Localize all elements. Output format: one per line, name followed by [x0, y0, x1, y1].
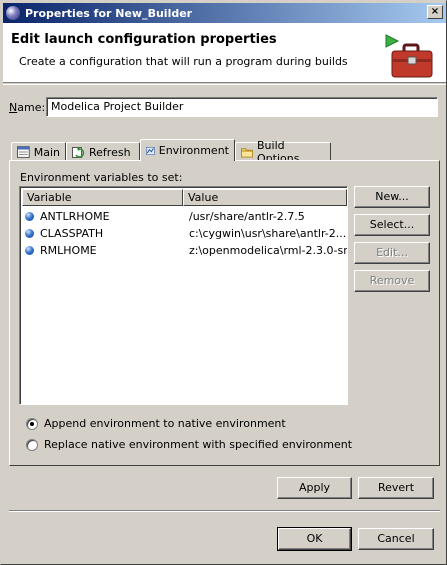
tab-main[interactable]: Main — [11, 142, 66, 161]
replace-label: Replace native environment with specifie… — [44, 438, 353, 451]
tab-environment[interactable]: Environment — [140, 139, 235, 161]
revert-button[interactable]: Revert — [358, 477, 434, 499]
tab-build-options[interactable]: Build Options — [235, 139, 331, 165]
main-tab-icon — [17, 146, 30, 158]
apply-button[interactable]: Apply — [277, 477, 352, 499]
environment-panel: Environment variables to set: Variable V… — [9, 160, 440, 466]
variable-icon — [25, 212, 34, 221]
banner-heading: Edit launch configuration properties — [11, 32, 277, 47]
title-bar[interactable]: Properties for New_Builder × — [3, 3, 446, 23]
tab-main-label: Main — [33, 145, 60, 159]
append-radio[interactable] — [26, 417, 38, 430]
table-row[interactable]: RMLHOME z:\openmodelica\rml-2.3.0-sr... — [22, 242, 347, 259]
toolbox-run-icon — [385, 34, 433, 78]
tab-environment-label: Environment — [158, 144, 229, 157]
header-banner: Edit launch configuration properties Cre… — [3, 23, 446, 83]
column-value[interactable]: Value — [183, 189, 347, 206]
column-variable[interactable]: Variable — [22, 189, 183, 206]
append-label: Append environment to native environment — [44, 417, 286, 430]
name-label: Name: — [9, 101, 46, 114]
new-button[interactable]: New... — [354, 186, 430, 208]
row-value: /usr/share/antlr-2.7.5 — [189, 210, 305, 223]
tab-refresh-label: Refresh — [89, 145, 131, 159]
variable-icon — [25, 229, 34, 238]
folder-icon — [241, 148, 254, 158]
row-variable: RMLHOME — [40, 244, 97, 257]
footer-divider — [9, 510, 440, 512]
refresh-icon — [72, 147, 85, 158]
replace-option[interactable]: Replace native environment with specifie… — [26, 438, 352, 451]
remove-button[interactable]: Remove — [354, 270, 430, 292]
eclipse-icon — [6, 6, 20, 20]
edit-button[interactable]: Edit... — [354, 242, 430, 264]
table-row[interactable]: ANTLRHOME /usr/share/antlr-2.7.5 — [22, 208, 347, 225]
banner-description: Create a configuration that will run a p… — [19, 55, 348, 68]
cancel-button[interactable]: Cancel — [358, 528, 434, 550]
ok-button[interactable]: OK — [277, 527, 352, 551]
table-header: Variable Value — [22, 189, 347, 206]
banner-divider — [3, 84, 446, 85]
append-option[interactable]: Append environment to native environment — [26, 417, 286, 430]
env-vars-label: Environment variables to set: — [20, 171, 183, 184]
env-vars-table[interactable]: Variable Value ANTLRHOME /usr/share/antl… — [19, 186, 348, 405]
environment-icon — [146, 146, 155, 155]
replace-radio[interactable] — [26, 438, 38, 451]
tab-refresh[interactable]: Refresh — [66, 142, 140, 161]
select-button[interactable]: Select... — [354, 214, 430, 236]
row-value: c:\cygwin\usr\share\antlr-2.... — [189, 227, 347, 240]
properties-dialog: Properties for New_Builder × Edit launch… — [0, 0, 447, 565]
window-title: Properties for New_Builder — [25, 6, 193, 20]
row-value: z:\openmodelica\rml-2.3.0-sr... — [189, 244, 347, 257]
variable-icon — [25, 246, 34, 255]
close-button[interactable]: × — [427, 5, 443, 19]
table-row[interactable]: CLASSPATH c:\cygwin\usr\share\antlr-2...… — [22, 225, 347, 242]
row-variable: ANTLRHOME — [40, 210, 110, 223]
row-variable: CLASSPATH — [40, 227, 104, 240]
name-field[interactable]: Modelica Project Builder — [46, 97, 438, 117]
